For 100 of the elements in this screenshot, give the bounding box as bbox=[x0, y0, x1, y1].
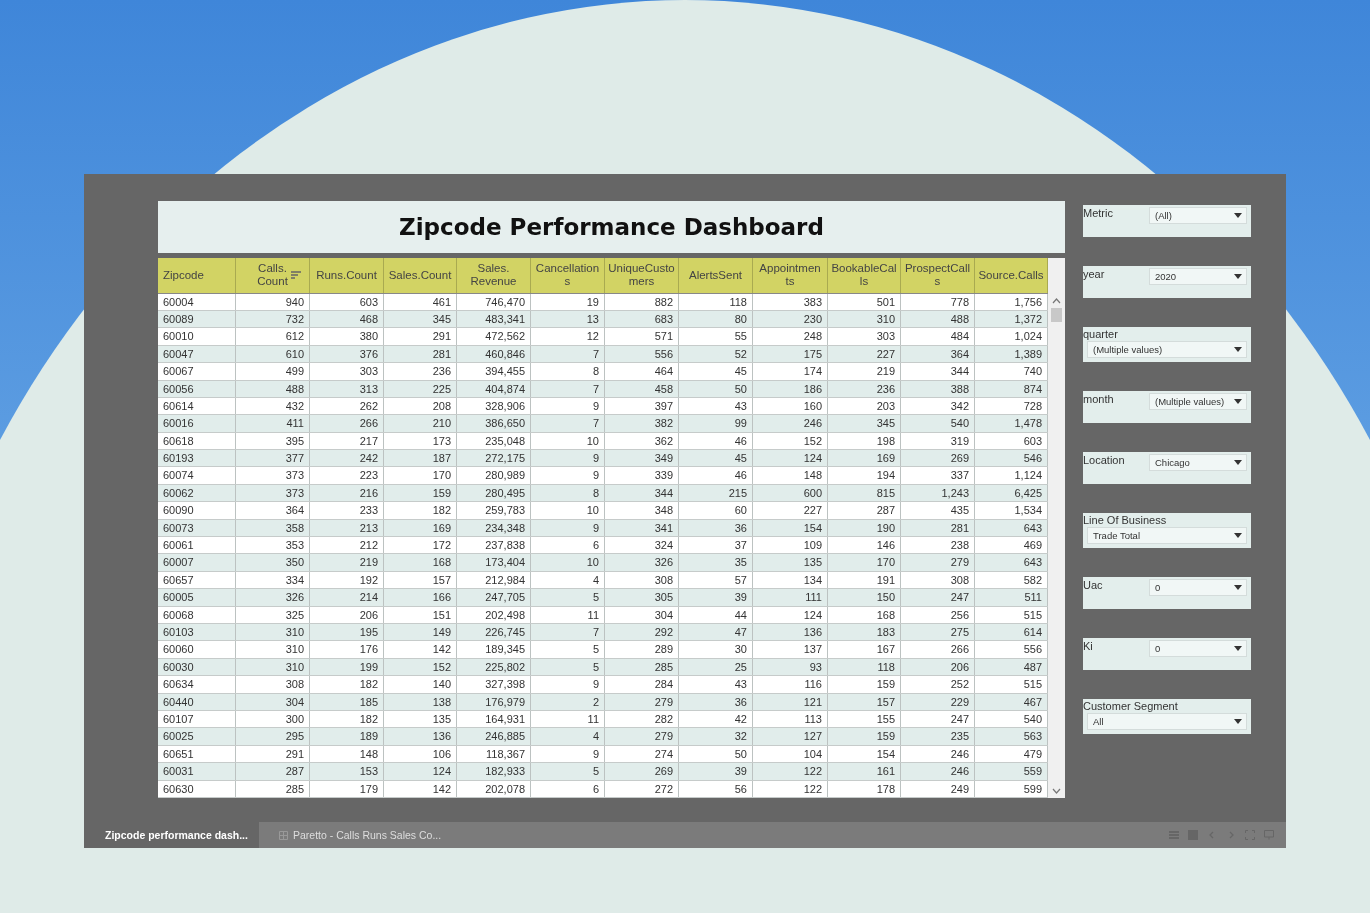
table-cell: 540 bbox=[901, 415, 975, 432]
caret-icon[interactable] bbox=[1234, 460, 1242, 465]
table-cell: 60007 bbox=[158, 554, 236, 571]
table-cell: 219 bbox=[828, 363, 901, 380]
table-cell: 9 bbox=[531, 676, 605, 693]
caret-icon[interactable] bbox=[1234, 213, 1242, 218]
grid-icon bbox=[278, 830, 288, 840]
caret-icon[interactable] bbox=[1234, 399, 1242, 404]
table-cell: 236 bbox=[384, 363, 457, 380]
table-cell: 159 bbox=[828, 728, 901, 745]
filter-dropdown[interactable]: (Multiple values) bbox=[1149, 393, 1247, 410]
table-cell: 25 bbox=[679, 658, 753, 676]
table-cell: 246,885 bbox=[457, 728, 531, 745]
table-cell: 339 bbox=[605, 467, 679, 484]
scroll-up-icon[interactable] bbox=[1052, 298, 1061, 304]
table-cell: 190 bbox=[828, 519, 901, 537]
table-cell: 166 bbox=[384, 589, 457, 606]
filter-dropdown[interactable]: 2020 bbox=[1149, 268, 1247, 285]
filter-dropdown[interactable]: (All) bbox=[1149, 207, 1247, 224]
table-cell: 353 bbox=[236, 537, 310, 554]
column-header[interactable]: Zipcode bbox=[158, 258, 236, 293]
table-cell: 169 bbox=[384, 519, 457, 537]
table-cell: 99 bbox=[679, 415, 753, 432]
table-cell: 571 bbox=[605, 328, 679, 345]
table-cell: 172 bbox=[384, 537, 457, 554]
table-cell: 60068 bbox=[158, 606, 236, 623]
table-cell: 52 bbox=[679, 345, 753, 363]
caret-icon[interactable] bbox=[1234, 533, 1242, 538]
table-cell: 199 bbox=[310, 658, 384, 676]
column-header[interactable]: Appointmen ts bbox=[753, 258, 828, 293]
column-header[interactable]: Sales. Revenue bbox=[457, 258, 531, 293]
table-cell: 815 bbox=[828, 484, 901, 502]
caret-icon[interactable] bbox=[1234, 646, 1242, 651]
table-cell: 194 bbox=[828, 467, 901, 484]
table-cell: 118 bbox=[828, 658, 901, 676]
table-cell: 305 bbox=[605, 589, 679, 606]
table-cell: 36 bbox=[679, 519, 753, 537]
table-cell: 746,470 bbox=[457, 293, 531, 310]
column-header[interactable]: Cancellation s bbox=[531, 258, 605, 293]
table-cell: 182 bbox=[310, 710, 384, 728]
table-cell: 287 bbox=[828, 502, 901, 519]
table-cell: 106 bbox=[384, 745, 457, 763]
table-cell: 266 bbox=[310, 415, 384, 432]
column-header[interactable]: AlertsSent bbox=[679, 258, 753, 293]
scrollbar[interactable] bbox=[1048, 258, 1065, 798]
table-cell: 600 bbox=[753, 484, 828, 502]
filter-dropdown[interactable]: 0 bbox=[1149, 640, 1247, 657]
table-cell: 234,348 bbox=[457, 519, 531, 537]
filter-dropdown[interactable]: Trade Total bbox=[1087, 527, 1247, 544]
table-cell: 248 bbox=[753, 328, 828, 345]
caret-icon[interactable] bbox=[1234, 719, 1242, 724]
filter-label: Line Of Business bbox=[1083, 513, 1168, 527]
table-cell: 280,495 bbox=[457, 484, 531, 502]
scroll-down-icon[interactable] bbox=[1052, 788, 1061, 794]
table-cell: 308 bbox=[236, 676, 310, 693]
column-header[interactable]: Runs.Count bbox=[310, 258, 384, 293]
table-cell: 344 bbox=[605, 484, 679, 502]
table-cell: 5 bbox=[531, 589, 605, 606]
table-cell: 279 bbox=[605, 728, 679, 745]
filter-dropdown[interactable]: Chicago bbox=[1149, 454, 1247, 471]
table-cell: 213 bbox=[310, 519, 384, 537]
caret-icon[interactable] bbox=[1234, 347, 1242, 352]
table-cell: 176 bbox=[310, 641, 384, 658]
table-cell: 5 bbox=[531, 658, 605, 676]
column-header[interactable]: Sales.Count bbox=[384, 258, 457, 293]
filter-dropdown[interactable]: (Multiple values) bbox=[1087, 341, 1247, 358]
table-cell: 225,802 bbox=[457, 658, 531, 676]
filter-label: month bbox=[1083, 393, 1115, 407]
table-cell: 435 bbox=[901, 502, 975, 519]
table-cell: 39 bbox=[679, 763, 753, 780]
sheet-tab[interactable]: Zipcode performance dash... bbox=[84, 822, 259, 848]
table-cell: 57 bbox=[679, 571, 753, 589]
table-cell: 152 bbox=[753, 432, 828, 450]
caret-icon[interactable] bbox=[1234, 585, 1242, 590]
table-cell: 238 bbox=[901, 537, 975, 554]
sort-icon[interactable] bbox=[291, 271, 301, 279]
column-header[interactable]: BookableCal ls bbox=[828, 258, 901, 293]
table-cell: 285 bbox=[236, 780, 310, 797]
column-header[interactable]: UniqueCusto mers bbox=[605, 258, 679, 293]
table-cell: 45 bbox=[679, 450, 753, 467]
table-cell: 122 bbox=[753, 763, 828, 780]
scroll-thumb[interactable] bbox=[1051, 308, 1062, 322]
column-header[interactable]: Calls. Count bbox=[236, 258, 310, 293]
table-cell: 364 bbox=[901, 345, 975, 363]
filter-dropdown[interactable]: 0 bbox=[1149, 579, 1247, 596]
table-cell: 154 bbox=[753, 519, 828, 537]
table-cell: 60103 bbox=[158, 624, 236, 641]
table-cell: 116 bbox=[753, 676, 828, 693]
table-cell: 279 bbox=[605, 693, 679, 710]
table-cell: 60440 bbox=[158, 693, 236, 710]
table-cell: 281 bbox=[384, 345, 457, 363]
caret-icon[interactable] bbox=[1234, 274, 1242, 279]
table-cell: 345 bbox=[828, 415, 901, 432]
table-cell: 168 bbox=[384, 554, 457, 571]
filter-dropdown[interactable]: All bbox=[1087, 713, 1247, 730]
table-cell: 345 bbox=[384, 310, 457, 328]
table-cell: 60004 bbox=[158, 293, 236, 310]
filter-label: Uac bbox=[1083, 579, 1104, 593]
table-cell: 142 bbox=[384, 641, 457, 658]
column-header[interactable]: ProspectCall s bbox=[901, 258, 975, 293]
